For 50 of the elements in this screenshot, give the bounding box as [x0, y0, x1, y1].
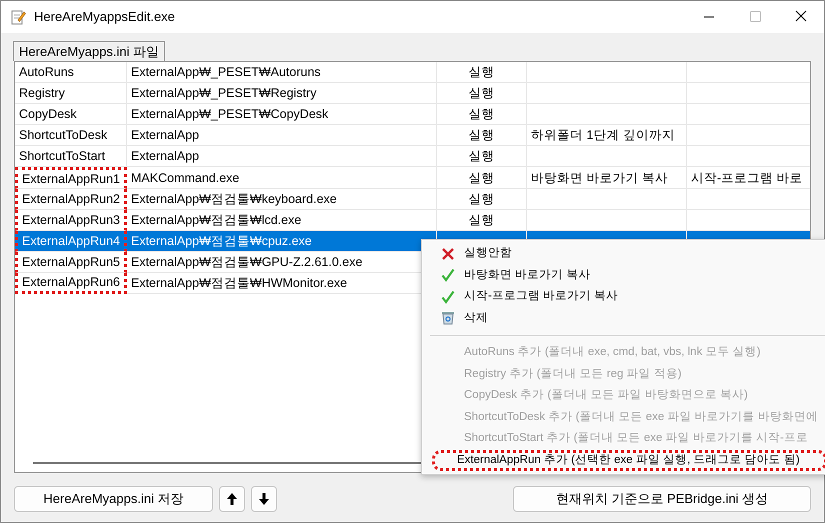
table-cell: 바탕화면 바로가기 복사 — [531, 170, 668, 184]
check-icon — [441, 290, 455, 304]
table-cell: 실행 — [468, 170, 494, 184]
table-cell: ExternalApp₩점검툴₩GPU-Z.2.61.0.exe — [131, 255, 362, 269]
table-cell: CopyDesk — [15, 104, 127, 125]
move-down-button[interactable] — [251, 486, 277, 512]
table-cell: 실행 — [468, 65, 494, 79]
table-cell: Registry — [15, 83, 127, 104]
group-tab[interactable]: HereAreMyapps.ini 파일 — [13, 41, 166, 61]
table-cell: ExternalApp₩_PESET₩Autoruns — [131, 65, 321, 79]
table-cell: ExternalAppRun5 — [15, 252, 127, 273]
table-cell: 실행 — [468, 86, 494, 100]
notepad-icon — [10, 9, 26, 25]
table-cell: ExternalApp₩점검툴₩HWMonitor.exe — [131, 276, 348, 290]
menu-item[interactable]: 실행안함 — [426, 243, 825, 264]
menu-item[interactable]: 시작-프로그램 바로가기 복사 — [426, 286, 825, 308]
table-cell: 시작-프로그램 바로 — [691, 170, 803, 184]
cross-icon — [441, 246, 455, 261]
table-cell: 실행 — [468, 192, 494, 206]
table-cell: ShortcutToStart — [15, 146, 127, 167]
table-cell: 실행 — [468, 213, 494, 227]
up-arrow-icon — [226, 492, 238, 506]
table-cell: ExternalAppRun1 — [15, 167, 127, 189]
table-cell: ExternalApp₩_PESET₩CopyDesk — [131, 107, 328, 121]
table-cell: ExternalApp₩_PESET₩Registry — [131, 86, 316, 100]
window-title: HereAreMyappsEdit.exe — [34, 8, 175, 26]
table-cell: ExternalAppRun4 — [15, 231, 127, 252]
down-arrow-icon — [258, 492, 270, 506]
menu-item[interactable]: 삭제 — [426, 308, 825, 329]
table-cell: 실행 — [468, 128, 494, 142]
table-cell: ExternalApp₩점검툴₩keyboard.exe — [131, 192, 337, 206]
table-cell: ExternalAppRun6 — [15, 273, 127, 294]
move-up-button[interactable] — [219, 486, 245, 512]
menu-item[interactable]: 바탕화면 바로가기 복사 — [426, 264, 825, 286]
table-cell: ExternalAppRun2 — [15, 189, 127, 210]
table-cell: 실행 — [468, 107, 494, 121]
check-icon — [441, 268, 455, 282]
table-cell: ExternalApp — [131, 128, 200, 142]
table-cell: ExternalApp — [131, 149, 200, 163]
table-cell: 하위폴더 1단계 깊이까지 — [531, 128, 675, 142]
table-cell: 실행 — [468, 149, 494, 163]
recycle-bin-icon — [441, 311, 455, 326]
table-cell: ExternalApp₩점검툴₩lcd.exe — [131, 213, 302, 227]
table-cell: MAKCommand.exe — [131, 170, 240, 184]
table-cell: ShortcutToDesk — [15, 125, 127, 146]
table-cell: ExternalApp₩점검툴₩cpuz.exe — [131, 234, 312, 248]
menu-item[interactable]: ExternalAppRun 추가 (선택한 exe 파일 실행, 드래그로 담아도 됨) — [432, 450, 825, 471]
save-button[interactable]: HereAreMyapps.ini 저장 — [14, 486, 213, 512]
generate-button[interactable]: 현재위치 기준으로 PEBridge.ini 생성 — [513, 486, 811, 512]
table-cell: AutoRuns — [15, 62, 127, 83]
